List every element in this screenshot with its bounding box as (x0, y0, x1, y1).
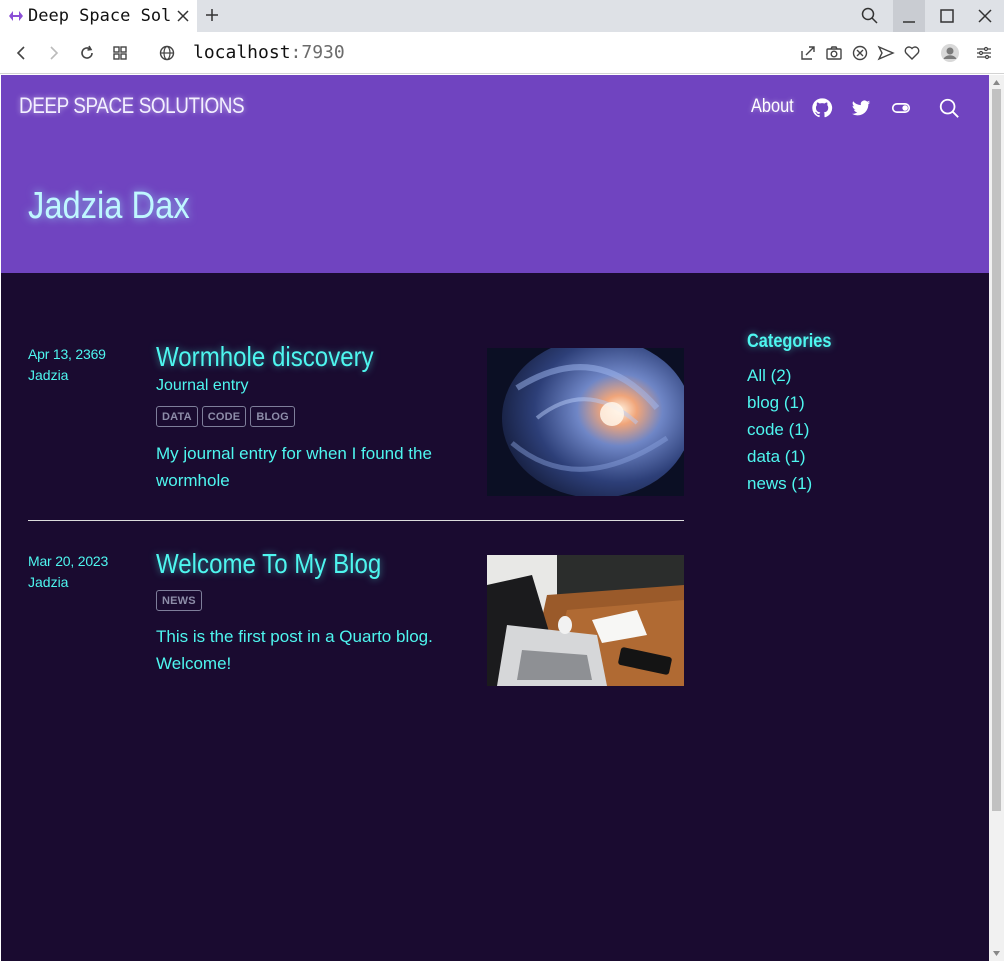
back-icon[interactable] (11, 43, 31, 63)
categories-title: Categories (747, 331, 832, 352)
desk-laptop-thumbnail-image[interactable] (487, 555, 684, 686)
heart-icon[interactable] (902, 43, 922, 63)
post-tags: NEWS (156, 590, 202, 611)
tag-code[interactable]: CODE (201, 406, 247, 427)
category-code[interactable]: code (1) (747, 418, 812, 445)
app-favicon-icon (9, 11, 23, 21)
post-description: This is the first post in a Quarto blog.… (156, 627, 433, 673)
post-title[interactable]: Wormhole discovery (156, 341, 374, 373)
close-tab-icon[interactable] (175, 8, 191, 24)
categories-list: All (2) blog (1) code (1) data (1) news … (747, 364, 812, 499)
browser-tabbar: Deep Space Solutions (0, 0, 1004, 32)
tab-search-icon[interactable] (860, 6, 880, 26)
post-divider (28, 520, 684, 521)
scrollbar-thumb[interactable] (992, 89, 1001, 811)
search-icon[interactable] (938, 97, 960, 119)
post-listing-item[interactable]: Mar 20, 2023 Jadzia Welcome To My Blog N… (28, 548, 684, 692)
category-all[interactable]: All (2) (747, 364, 812, 391)
maximize-icon[interactable] (937, 6, 957, 26)
page-scrollbar[interactable] (989, 75, 1004, 961)
post-author: Jadzia (28, 367, 69, 383)
site-info-globe-icon[interactable] (157, 43, 177, 63)
reload-icon[interactable] (77, 43, 97, 63)
tag-news[interactable]: NEWS (156, 590, 202, 611)
scroll-down-arrow-icon[interactable] (992, 949, 1001, 958)
tabs-grid-icon[interactable] (110, 43, 130, 63)
post-description: My journal entry for when I found the wo… (156, 444, 432, 490)
browser-addressbar: localhost:7930 (0, 32, 1004, 74)
url-field[interactable]: localhost:7930 (193, 42, 345, 63)
tab-title: Deep Space Solutions (28, 6, 170, 26)
wormhole-thumbnail-image[interactable] (487, 348, 684, 496)
tag-blog[interactable]: BLOG (250, 406, 295, 427)
post-tags: DATA CODE BLOG (156, 406, 295, 427)
site-brand[interactable]: DEEP SPACE SOLUTIONS (19, 93, 245, 119)
url-host: localhost (193, 42, 291, 63)
post-author: Jadzia (28, 574, 69, 590)
page-viewport: DEEP SPACE SOLUTIONS About Jadzia Dax Ap… (1, 75, 989, 961)
category-data[interactable]: data (1) (747, 445, 812, 472)
twitter-icon[interactable] (850, 97, 872, 119)
url-port: :7930 (290, 42, 345, 63)
site-header: DEEP SPACE SOLUTIONS About Jadzia Dax (1, 75, 989, 273)
send-icon[interactable] (876, 43, 896, 63)
profile-avatar-icon[interactable] (940, 43, 960, 63)
post-date: Apr 13, 2369 (28, 346, 106, 362)
post-listing-item[interactable]: Apr 13, 2369 Jadzia Wormhole discovery J… (28, 341, 684, 496)
minimize-icon[interactable] (899, 6, 919, 26)
dark-mode-toggle-icon[interactable] (890, 97, 912, 119)
category-news[interactable]: news (1) (747, 472, 812, 499)
post-title[interactable]: Welcome To My Blog (156, 548, 381, 580)
tag-data[interactable]: DATA (156, 406, 198, 427)
scroll-up-arrow-icon[interactable] (992, 78, 1001, 87)
page-title: Jadzia Dax (28, 185, 190, 227)
new-tab-icon[interactable] (204, 7, 220, 23)
camera-icon[interactable] (824, 43, 844, 63)
forward-icon[interactable] (44, 43, 64, 63)
github-icon[interactable] (811, 97, 833, 119)
nav-about-link[interactable]: About (751, 96, 794, 118)
post-date: Mar 20, 2023 (28, 553, 109, 569)
block-icon[interactable] (850, 43, 870, 63)
browser-tab[interactable]: Deep Space Solutions (0, 0, 197, 32)
category-blog[interactable]: blog (1) (747, 391, 812, 418)
share-icon[interactable] (798, 43, 818, 63)
menu-sliders-icon[interactable] (974, 43, 994, 63)
close-window-icon[interactable] (975, 6, 995, 26)
post-subtitle: Journal entry (156, 377, 249, 394)
